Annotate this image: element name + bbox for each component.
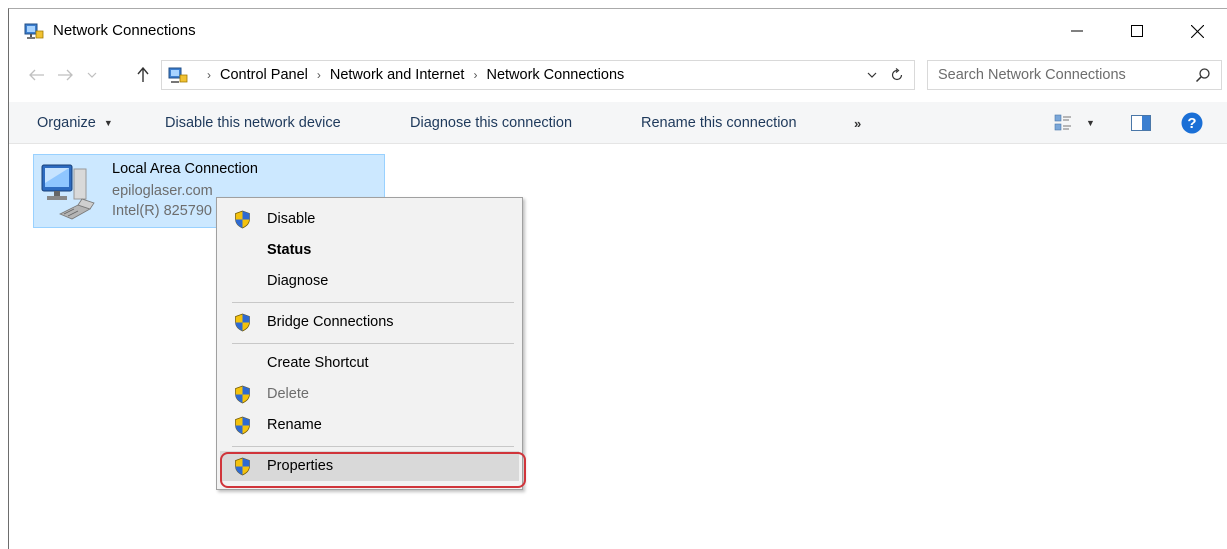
menu-item-diagnose[interactable]: Diagnose [220, 266, 519, 296]
breadcrumb: › Control Panel › Network and Internet ›… [198, 61, 624, 89]
uac-shield-icon [235, 385, 250, 404]
caret-down-icon: ▼ [1086, 118, 1095, 128]
maximize-icon [1131, 25, 1143, 37]
diagnose-connection-button[interactable]: Diagnose this connection [410, 102, 572, 144]
change-view-button[interactable]: ▼ [1054, 114, 1098, 132]
refresh-button[interactable] [888, 66, 906, 84]
menu-item-disable[interactable]: Disable [220, 204, 519, 234]
disable-device-button[interactable]: Disable this network device [165, 102, 341, 144]
connection-domain: epiloglaser.com [112, 183, 213, 199]
address-bar[interactable]: › Control Panel › Network and Internet ›… [161, 60, 915, 90]
chevron-down-icon [867, 72, 877, 78]
forward-button[interactable] [55, 65, 75, 85]
close-button[interactable] [1167, 9, 1227, 53]
svg-text:?: ? [1187, 115, 1196, 132]
connection-adapter: Intel(R) 825790 [112, 203, 212, 219]
address-dropdown-button[interactable] [864, 66, 880, 84]
close-icon [1190, 24, 1204, 38]
uac-shield-icon [235, 210, 250, 229]
organize-button[interactable]: Organize ▼ [37, 102, 113, 144]
more-commands-button[interactable]: » [854, 102, 861, 144]
breadcrumb-separator: › [207, 68, 211, 82]
properties-highlight-ring [220, 452, 526, 488]
menu-item-label: Disable [267, 211, 316, 227]
breadcrumb-item[interactable]: Network Connections [486, 67, 624, 83]
help-icon[interactable]: ? [1181, 112, 1203, 134]
menu-item-label: Create Shortcut [267, 355, 369, 371]
caret-down-icon: ▼ [103, 118, 113, 128]
address-row: › Control Panel › Network and Internet ›… [9, 57, 1227, 93]
rename-connection-button[interactable]: Rename this connection [641, 102, 797, 144]
arrow-up-icon [137, 67, 149, 82]
menu-separator [232, 446, 514, 447]
search-box[interactable]: Search Network Connections [927, 60, 1222, 90]
chevron-down-icon [87, 72, 97, 78]
network-folder-icon [24, 23, 44, 39]
menu-separator [232, 343, 514, 344]
menu-item-label: Status [267, 242, 312, 258]
maximize-button[interactable] [1107, 9, 1167, 53]
arrow-left-icon [29, 69, 44, 81]
uac-shield-icon [235, 313, 250, 332]
network-connections-window: Network Connections › Control Panel › Ne… [8, 8, 1227, 549]
menu-item-label: Bridge Connections [267, 314, 394, 330]
network-folder-icon [168, 67, 188, 83]
breadcrumb-item[interactable]: Control Panel [220, 67, 308, 83]
network-adapter-icon [41, 164, 95, 220]
arrow-right-icon [58, 69, 73, 81]
search-input[interactable]: Search Network Connections [938, 67, 1126, 83]
breadcrumb-separator[interactable]: › [317, 68, 321, 82]
view-details-icon [1054, 114, 1071, 131]
minimize-button[interactable] [1047, 9, 1107, 53]
window-title: Network Connections [53, 22, 196, 39]
breadcrumb-item[interactable]: Network and Internet [330, 67, 465, 83]
preview-pane-icon[interactable] [1131, 115, 1151, 131]
minimize-icon [1071, 30, 1083, 32]
menu-item-label: Delete [267, 386, 309, 402]
uac-shield-icon [235, 416, 250, 435]
menu-item-label: Diagnose [267, 273, 329, 289]
organize-label: Organize [37, 115, 96, 131]
menu-item-create-shortcut[interactable]: Create Shortcut [220, 348, 519, 378]
breadcrumb-separator[interactable]: › [473, 68, 477, 82]
title-bar[interactable]: Network Connections [9, 9, 1227, 53]
menu-item-status[interactable]: Status [220, 235, 519, 265]
menu-item-bridge-connections[interactable]: Bridge Connections [220, 307, 519, 337]
connection-name: Local Area Connection [112, 161, 258, 177]
recent-locations-button[interactable] [82, 65, 102, 85]
context-menu: Disable Status Diagnose Bridge Connectio… [216, 197, 523, 490]
back-button[interactable] [27, 65, 47, 85]
command-bar: Organize ▼ Disable this network device D… [9, 102, 1227, 144]
search-icon[interactable] [1195, 67, 1211, 83]
menu-item-delete: Delete [220, 379, 519, 409]
menu-item-label: Rename [267, 417, 322, 433]
up-button[interactable] [133, 65, 153, 85]
menu-item-rename[interactable]: Rename [220, 410, 519, 440]
menu-separator [232, 302, 514, 303]
refresh-icon [891, 68, 903, 81]
